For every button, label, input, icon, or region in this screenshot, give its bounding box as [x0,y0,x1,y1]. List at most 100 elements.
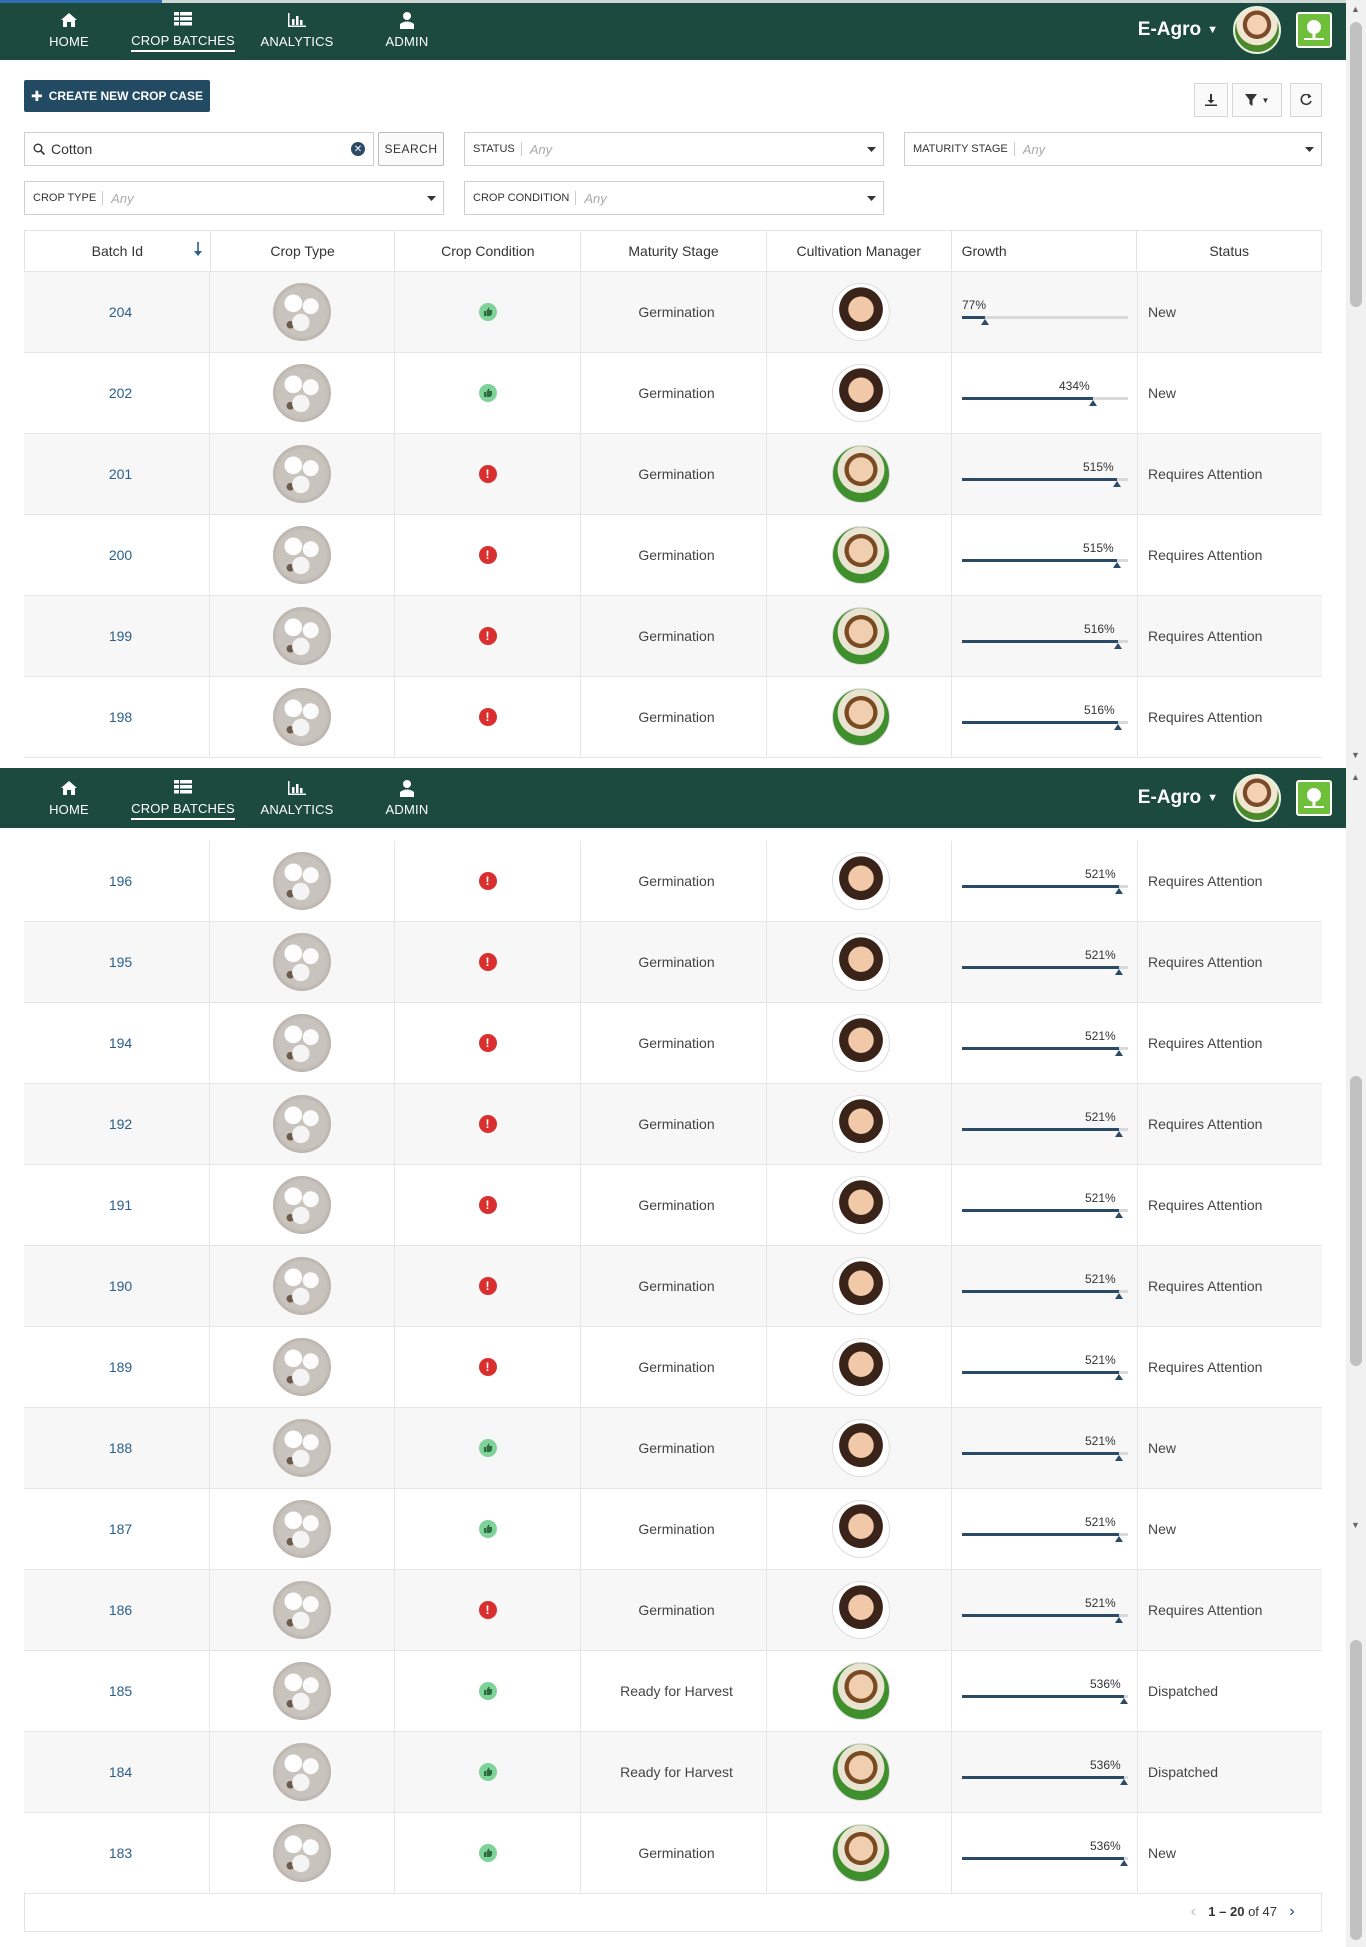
batch-id-link[interactable]: 199 [24,596,210,676]
table-row[interactable]: 189 ! Germination 521% Requires Attentio… [24,1327,1322,1408]
batch-id-link[interactable]: 186 [24,1570,210,1650]
table-row[interactable]: 190 ! Germination 521% Requires Attentio… [24,1246,1322,1327]
manager-avatar[interactable] [832,933,890,991]
alert-icon: ! [478,1358,497,1376]
nav-home[interactable]: HOME [14,0,124,60]
batch-id-link[interactable]: 183 [24,1813,210,1893]
user-avatar[interactable] [1233,6,1281,54]
manager-avatar[interactable] [832,526,890,584]
batch-id-link[interactable]: 185 [24,1651,210,1731]
table-row[interactable]: 195 ! Germination 521% Requires Attentio… [24,922,1322,1003]
table-row[interactable]: 183 Germination 536% New [24,1813,1322,1894]
table-row[interactable]: 187 Germination 521% New [24,1489,1322,1570]
table-row[interactable]: 184 Ready for Harvest 536% Dispatched [24,1732,1322,1813]
manager-avatar[interactable] [832,1581,890,1639]
batch-id-link[interactable]: 202 [24,353,210,433]
nav-admin[interactable]: ADMIN [352,768,462,828]
cotton-crop-image [273,283,331,341]
table-row[interactable]: 185 Ready for Harvest 536% Dispatched [24,1651,1322,1732]
manager-avatar[interactable] [832,283,890,341]
batch-id-link[interactable]: 189 [24,1327,210,1407]
column-header-crop-type[interactable]: Crop Type [211,231,396,271]
manager-avatar[interactable] [832,688,890,746]
growth-cell: 77% [952,272,1138,352]
growth-fill [962,721,1118,724]
nav-analytics[interactable]: ANALYTICS [242,768,352,828]
maturity-stage-cell: Germination [581,1813,767,1893]
batch-id-link[interactable]: 191 [24,1165,210,1245]
manager-avatar[interactable] [832,1257,890,1315]
table-row[interactable]: 196 ! Germination 521% Requires Attentio… [24,841,1322,922]
batch-id-link[interactable]: 190 [24,1246,210,1326]
table-row[interactable]: 194 ! Germination 521% Requires Attentio… [24,1003,1322,1084]
manager-avatar[interactable] [832,364,890,422]
nav-admin[interactable]: ADMIN [352,0,462,60]
crop-type-filter[interactable]: CROP TYPE Any [24,181,444,215]
brand-menu[interactable]: E-Agro ▼ [1138,0,1218,60]
batch-id-link[interactable]: 201 [24,434,210,514]
thumbs-up-icon [478,1439,497,1457]
column-header-cultivation-manager[interactable]: Cultivation Manager [767,231,952,271]
table-row[interactable]: 191 ! Germination 521% Requires Attentio… [24,1165,1322,1246]
table-row[interactable]: 202 Germination 434% New [24,353,1322,434]
scrollbar-bottom[interactable]: ▲ ▼ [1346,768,1366,1947]
batch-id-link[interactable]: 194 [24,1003,210,1083]
manager-avatar[interactable] [832,1176,890,1234]
table-row[interactable]: 200 ! Germination 515% Requires Attentio… [24,515,1322,596]
column-header-batch-id[interactable]: Batch Id [25,231,211,271]
table-row[interactable]: 188 Germination 521% New [24,1408,1322,1489]
cultivation-manager-cell [767,1246,952,1326]
manager-avatar[interactable] [832,1095,890,1153]
search-input[interactable]: Cotton ✕ [24,132,374,166]
batch-id-link[interactable]: 192 [24,1084,210,1164]
nav-crop-batches[interactable]: CROP BATCHES [128,768,238,828]
manager-avatar[interactable] [832,1824,890,1882]
refresh-button[interactable] [1290,83,1322,117]
manager-avatar[interactable] [832,1743,890,1801]
manager-avatar[interactable] [832,607,890,665]
scrollbar-top[interactable]: ▲ ▼ [1346,0,1366,768]
column-header-growth[interactable]: Growth [952,231,1138,271]
nav-crop-batches[interactable]: CROP BATCHES [128,0,238,60]
table-row[interactable]: 201 ! Germination 515% Requires Attentio… [24,434,1322,515]
table-row[interactable]: 192 ! Germination 521% Requires Attentio… [24,1084,1322,1165]
manager-avatar[interactable] [832,852,890,910]
brand-menu[interactable]: E-Agro ▼ [1138,768,1218,828]
table-row[interactable]: 198 ! Germination 516% Requires Attentio… [24,677,1322,758]
maturity-stage-filter[interactable]: MATURITY STAGE Any [904,132,1322,166]
filter-button[interactable]: ▼ [1232,83,1282,117]
caret-down-icon: ▼ [1207,792,1218,804]
manager-avatar[interactable] [832,1419,890,1477]
manager-avatar[interactable] [832,1338,890,1396]
next-page-button[interactable]: › [1281,1903,1303,1921]
column-header-crop-condition[interactable]: Crop Condition [395,231,582,271]
download-button[interactable] [1194,83,1228,117]
batch-id-link[interactable]: 204 [24,272,210,352]
batch-id-link[interactable]: 196 [24,841,210,921]
batch-id-link[interactable]: 187 [24,1489,210,1569]
user-avatar[interactable] [1233,774,1281,822]
manager-avatar[interactable] [832,1014,890,1072]
batch-id-link[interactable]: 195 [24,922,210,1002]
crop-condition-filter[interactable]: CROP CONDITION Any [464,181,884,215]
manager-avatar[interactable] [832,445,890,503]
manager-avatar[interactable] [832,1500,890,1558]
nav-home[interactable]: HOME [14,768,124,828]
batch-id-link[interactable]: 184 [24,1732,210,1812]
batch-id-link[interactable]: 188 [24,1408,210,1488]
table-row[interactable]: 186 ! Germination 521% Requires Attentio… [24,1570,1322,1651]
table-row[interactable]: 199 ! Germination 516% Requires Attentio… [24,596,1322,677]
status-filter[interactable]: STATUS Any [464,132,884,166]
clear-search-icon[interactable]: ✕ [351,142,365,156]
nav-analytics[interactable]: ANALYTICS [242,0,352,60]
batch-id-link[interactable]: 198 [24,677,210,757]
table-row[interactable]: 204 Germination 77% New [24,272,1322,353]
previous-page-button[interactable]: ‹ [1182,1903,1204,1921]
search-button[interactable]: SEARCH [378,132,444,166]
batch-id-link[interactable]: 200 [24,515,210,595]
cultivation-manager-cell [767,1327,952,1407]
create-crop-case-button[interactable]: ✚ CREATE NEW CROP CASE [24,80,210,112]
column-header-maturity-stage[interactable]: Maturity Stage [581,231,767,271]
manager-avatar[interactable] [832,1662,890,1720]
column-header-status[interactable]: Status [1137,231,1321,271]
